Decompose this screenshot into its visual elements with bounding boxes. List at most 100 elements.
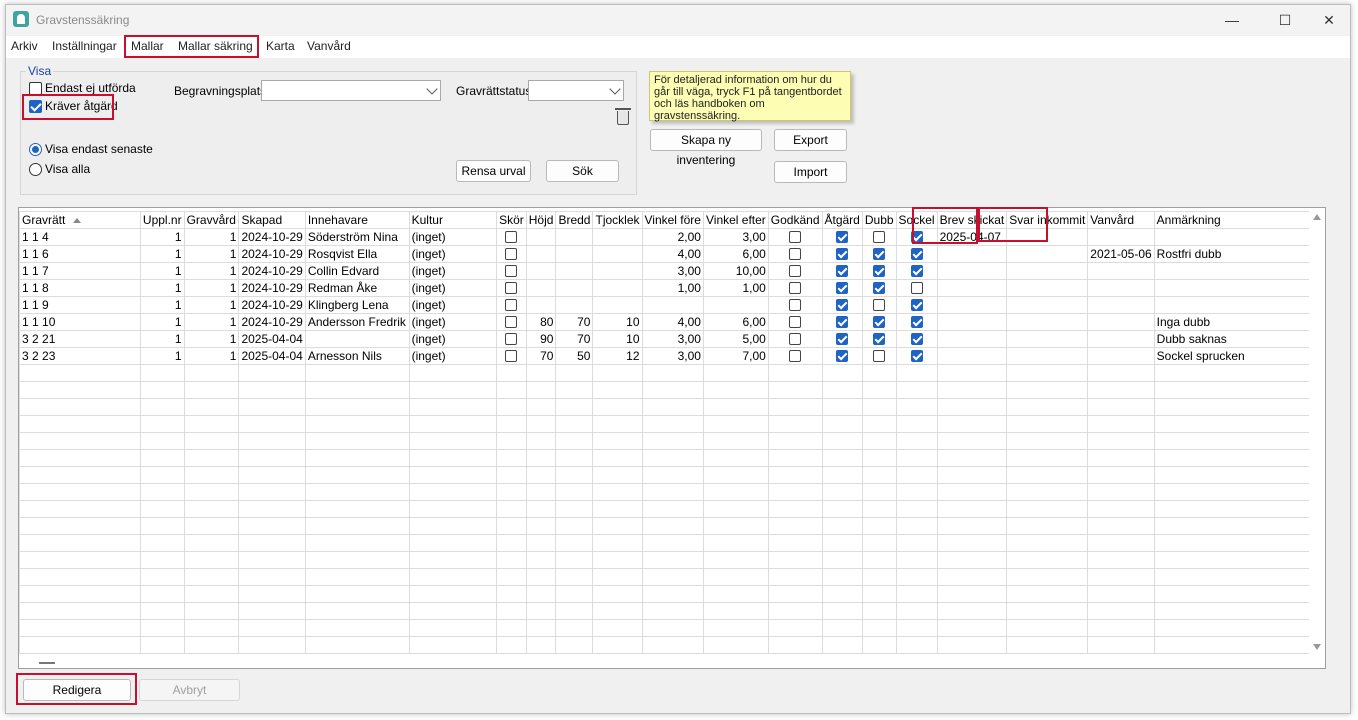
table-cell[interactable]: [555, 568, 594, 586]
table-cell[interactable]: [821, 534, 863, 552]
table-cell[interactable]: [936, 636, 1008, 654]
table-cell[interactable]: [936, 415, 1008, 433]
table-cell[interactable]: [525, 568, 557, 586]
table-cell[interactable]: [496, 500, 527, 518]
table-cell[interactable]: 3,00: [641, 330, 704, 348]
table-cell[interactable]: [861, 483, 897, 501]
table-cell[interactable]: [408, 602, 498, 620]
column-header[interactable]: Sockel: [895, 211, 938, 229]
table-row[interactable]: 1 1 10 1 1 2024-10-29 Andersson Fredrik (inge…: [19, 313, 1326, 331]
table-cell[interactable]: 1: [183, 330, 240, 348]
table-cell[interactable]: [238, 585, 306, 603]
table-cell[interactable]: [408, 619, 498, 637]
table-cell[interactable]: [821, 619, 863, 637]
table-cell[interactable]: [525, 415, 557, 433]
table-cell[interactable]: [821, 228, 863, 246]
table-cell[interactable]: [861, 279, 897, 297]
table-cell[interactable]: [592, 517, 643, 535]
cell-checkbox[interactable]: [505, 333, 518, 346]
table-cell[interactable]: 1: [139, 245, 185, 263]
table-cell[interactable]: [641, 500, 704, 518]
table-cell[interactable]: [767, 602, 823, 620]
table-cell[interactable]: [19, 551, 141, 569]
table-cell[interactable]: [1006, 313, 1089, 331]
table-cell[interactable]: [183, 449, 240, 467]
table-cell[interactable]: [408, 432, 498, 450]
table-cell[interactable]: 1: [183, 262, 240, 280]
table-cell[interactable]: [895, 483, 938, 501]
cell-checkbox[interactable]: [910, 282, 923, 295]
table-cell[interactable]: [702, 415, 769, 433]
table-cell[interactable]: [183, 398, 240, 416]
column-header[interactable]: Anmärkning: [1153, 211, 1326, 229]
table-cell[interactable]: [821, 398, 863, 416]
table-cell[interactable]: [861, 330, 897, 348]
table-cell[interactable]: [895, 568, 938, 586]
table-cell[interactable]: [19, 432, 141, 450]
table-cell[interactable]: [304, 466, 410, 484]
table-cell[interactable]: [408, 551, 498, 569]
table-cell[interactable]: [1006, 330, 1089, 348]
table-cell[interactable]: [1153, 364, 1326, 382]
table-cell[interactable]: [183, 636, 240, 654]
table-row[interactable]: [19, 585, 1326, 603]
table-cell[interactable]: [1006, 619, 1089, 637]
table-cell[interactable]: [592, 398, 643, 416]
table-cell[interactable]: [895, 262, 938, 280]
table-cell[interactable]: [496, 296, 527, 314]
table-cell[interactable]: [592, 551, 643, 569]
table-cell[interactable]: [767, 296, 823, 314]
table-cell[interactable]: [19, 415, 141, 433]
table-cell[interactable]: [936, 432, 1008, 450]
table-cell[interactable]: 3 2 23: [19, 347, 141, 365]
table-cell[interactable]: [895, 585, 938, 603]
table-cell[interactable]: [1006, 568, 1089, 586]
table-cell[interactable]: (inget): [408, 262, 498, 280]
column-header[interactable]: Svar inkommit: [1006, 211, 1089, 229]
table-cell[interactable]: [592, 364, 643, 382]
table-cell[interactable]: [555, 296, 594, 314]
table-cell[interactable]: [821, 568, 863, 586]
table-cell[interactable]: (inget): [408, 228, 498, 246]
table-cell[interactable]: [936, 364, 1008, 382]
table-cell[interactable]: [861, 500, 897, 518]
table-cell[interactable]: [19, 449, 141, 467]
table-cell[interactable]: [238, 466, 306, 484]
table-cell[interactable]: [496, 602, 527, 620]
cell-checkbox[interactable]: [505, 299, 518, 312]
table-cell[interactable]: [408, 534, 498, 552]
table-cell[interactable]: [936, 517, 1008, 535]
table-cell[interactable]: [936, 381, 1008, 399]
table-cell[interactable]: [525, 483, 557, 501]
table-cell[interactable]: [496, 619, 527, 637]
table-cell[interactable]: 70: [525, 347, 557, 365]
minimize-button[interactable]: —: [1209, 5, 1255, 35]
table-cell[interactable]: [592, 466, 643, 484]
table-cell[interactable]: [139, 636, 185, 654]
table-cell[interactable]: [767, 551, 823, 569]
table-cell[interactable]: [1087, 347, 1155, 365]
table-cell[interactable]: [592, 415, 643, 433]
table-cell[interactable]: [767, 228, 823, 246]
table-cell[interactable]: [408, 398, 498, 416]
table-cell[interactable]: [139, 398, 185, 416]
table-cell[interactable]: [936, 245, 1008, 263]
table-cell[interactable]: Andersson Fredrik: [304, 313, 410, 331]
table-cell[interactable]: [139, 449, 185, 467]
table-cell[interactable]: [767, 483, 823, 501]
table-cell[interactable]: [821, 296, 863, 314]
table-cell[interactable]: [238, 432, 306, 450]
table-cell[interactable]: [861, 602, 897, 620]
table-cell[interactable]: [592, 619, 643, 637]
table-cell[interactable]: [555, 398, 594, 416]
table-cell[interactable]: [1087, 517, 1155, 535]
column-header[interactable]: Vinkel efter: [702, 211, 769, 229]
table-cell[interactable]: [821, 483, 863, 501]
table-cell[interactable]: [895, 619, 938, 637]
table-cell[interactable]: [1153, 585, 1326, 603]
horizontal-scroll-thumb[interactable]: [39, 662, 55, 664]
cell-checkbox[interactable]: [910, 231, 923, 244]
cell-checkbox[interactable]: [873, 248, 886, 261]
table-cell[interactable]: [895, 245, 938, 263]
column-header[interactable]: Uppl.nr: [139, 211, 185, 229]
